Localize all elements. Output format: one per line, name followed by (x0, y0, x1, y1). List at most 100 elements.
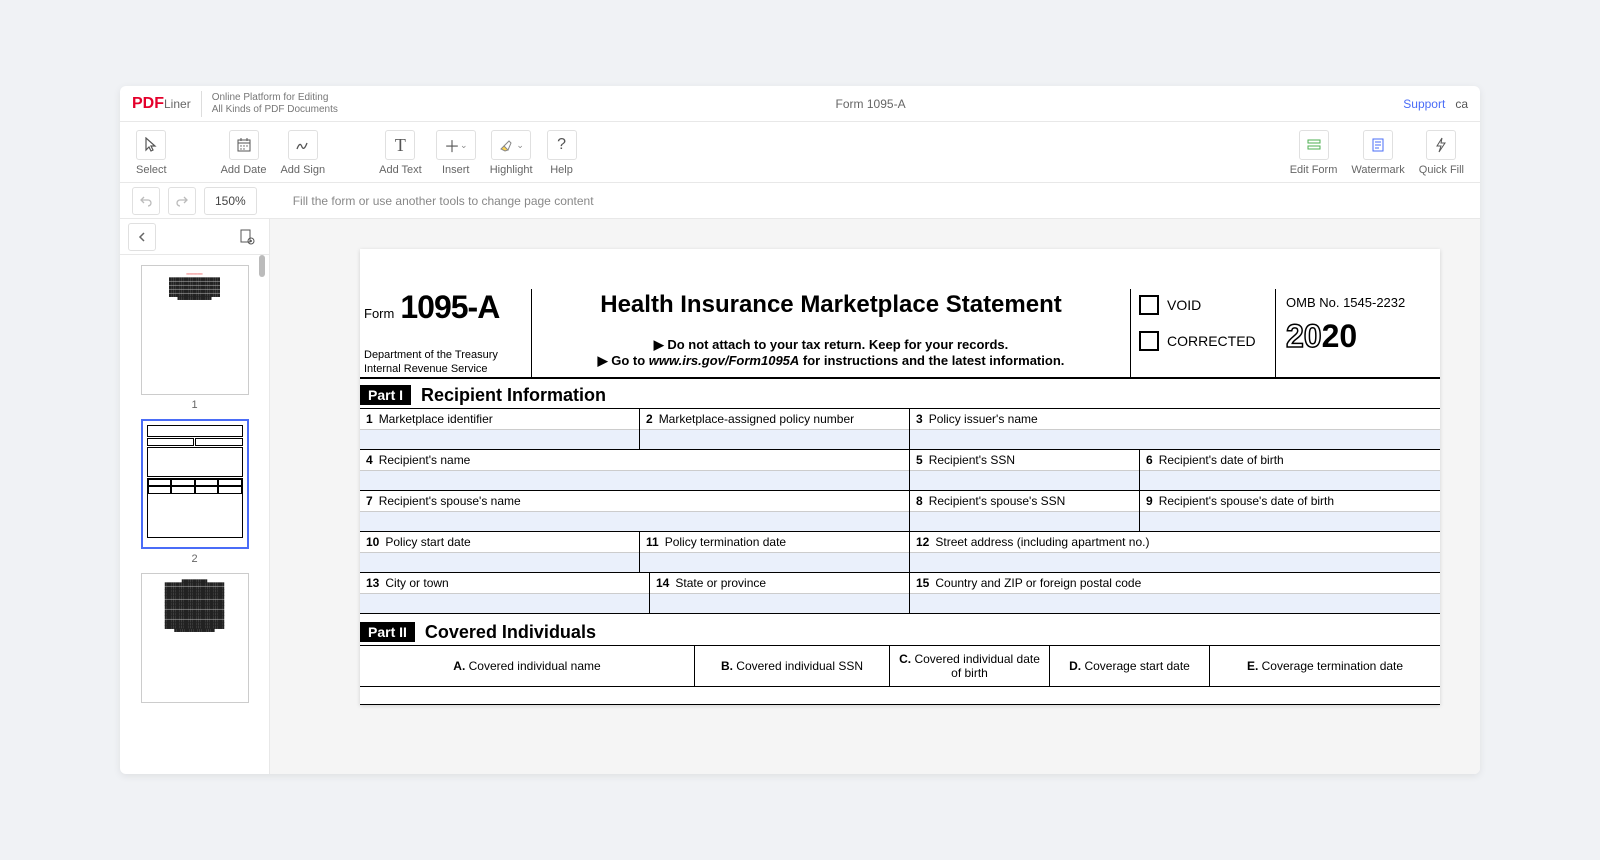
hint-text: Fill the form or use another tools to ch… (293, 194, 594, 208)
field-2-input[interactable] (640, 429, 909, 449)
field-10-input[interactable] (360, 552, 639, 572)
add-sign-label: Add Sign (280, 164, 325, 176)
part1-title: Recipient Information (421, 385, 606, 406)
watermark-icon (1363, 130, 1393, 160)
select-label: Select (136, 164, 167, 176)
part2-header: Part II Covered Individuals (360, 622, 1440, 643)
field-13-input[interactable] (360, 593, 649, 613)
edit-form-button[interactable]: Edit Form (1286, 128, 1342, 178)
insert-button[interactable]: ＋ ⌄ Insert (432, 128, 480, 178)
corrected-checkbox[interactable] (1139, 331, 1159, 351)
void-checkbox[interactable] (1139, 295, 1159, 315)
field-6-label: Recipient's date of birth (1159, 453, 1284, 467)
help-icon: ? (547, 130, 577, 160)
logo: PDFLiner (132, 95, 191, 113)
field-3-label: Policy issuer's name (929, 412, 1038, 426)
form-page: Form 1095-A Department of the Treasury I… (360, 249, 1440, 705)
quick-fill-button[interactable]: Quick Fill (1415, 128, 1468, 178)
text-icon: T (385, 130, 415, 160)
field-4-label: Recipient's name (379, 453, 471, 467)
add-sign-button[interactable]: Add Sign (276, 128, 329, 178)
header-bar: PDFLiner Online Platform for Editing All… (120, 86, 1480, 122)
scrollbar[interactable] (259, 255, 267, 774)
dept-line1: Department of the Treasury (364, 348, 531, 362)
field-11-input[interactable] (640, 552, 909, 572)
watermark-button[interactable]: Watermark (1347, 128, 1408, 178)
omb-number: OMB No. 1545-2232 (1286, 295, 1430, 310)
field-15-label: Country and ZIP or foreign postal code (935, 576, 1141, 590)
tax-year: 2020 (1286, 318, 1430, 355)
thumb-1-number: 1 (138, 399, 251, 411)
field-5-input[interactable] (910, 470, 1139, 490)
page-settings-button[interactable] (233, 223, 261, 251)
field-14-input[interactable] (650, 593, 909, 613)
form-sub2: ▶ Go to www.irs.gov/Form1095A for instru… (542, 353, 1120, 369)
signature-icon (288, 130, 318, 160)
thumbnail-3[interactable]: ████████████████████████████████████████… (138, 573, 251, 703)
tool-group-2: Add Date Add Sign (217, 128, 330, 178)
edit-form-label: Edit Form (1290, 164, 1338, 176)
support-link[interactable]: Support (1403, 97, 1445, 111)
sub-toolbar: 150% Fill the form or use another tools … (120, 183, 1480, 219)
field-4-input[interactable] (360, 470, 909, 490)
redo-button[interactable] (168, 187, 196, 215)
help-button[interactable]: ? Help (543, 128, 581, 178)
part1-header: Part I Recipient Information (360, 385, 1440, 406)
col-d: D. Coverage start date (1050, 646, 1210, 686)
thumbnail-1[interactable]: ━━━━━━━━━ ██████████████████████████████… (138, 265, 251, 411)
thumb-2-number: 2 (138, 553, 251, 565)
part2-title: Covered Individuals (425, 622, 596, 643)
help-label: Help (550, 164, 573, 176)
field-12-input[interactable] (910, 552, 1440, 572)
corrected-checkbox-row: CORRECTED (1139, 331, 1267, 351)
back-button[interactable] (128, 223, 156, 251)
highlight-label: Highlight (490, 164, 533, 176)
tagline: Online Platform for Editing All Kinds of… (212, 92, 338, 116)
undo-button[interactable] (132, 187, 160, 215)
field-8-input[interactable] (910, 511, 1139, 531)
field-6-input[interactable] (1140, 470, 1440, 490)
field-10-label: Policy start date (385, 535, 470, 549)
field-3-input[interactable] (910, 429, 1440, 449)
logo-block: PDFLiner Online Platform for Editing All… (132, 91, 338, 117)
form-header-left: Form 1095-A Department of the Treasury I… (360, 289, 532, 377)
plus-icon: ＋ ⌄ (436, 130, 476, 160)
zoom-level[interactable]: 150% (204, 187, 257, 215)
quick-fill-label: Quick Fill (1419, 164, 1464, 176)
cursor-icon (136, 130, 166, 160)
form-header: Form 1095-A Department of the Treasury I… (360, 289, 1440, 379)
part2-badge: Part II (360, 622, 415, 642)
field-15-input[interactable] (910, 593, 1440, 613)
col-c: C. Covered individual date of birth (890, 646, 1050, 686)
field-14-label: State or province (675, 576, 766, 590)
add-date-label: Add Date (221, 164, 267, 176)
thumbnail-2[interactable]: 2 (138, 419, 251, 565)
form-icon (1299, 130, 1329, 160)
field-1-input[interactable] (360, 429, 639, 449)
sidebar-top (120, 219, 269, 255)
select-button[interactable]: Select (132, 128, 171, 178)
form-title: Health Insurance Marketplace Statement (542, 291, 1120, 319)
field-9-input[interactable] (1140, 511, 1440, 531)
calendar-icon (229, 130, 259, 160)
header-extra: ca (1455, 97, 1468, 111)
field-5-label: Recipient's SSN (929, 453, 1015, 467)
col-a: A. Covered individual name (360, 646, 695, 686)
part2-columns: A. Covered individual name B. Covered in… (360, 645, 1440, 687)
tool-group-right: Edit Form Watermark Quick Fill (1286, 128, 1468, 178)
add-date-button[interactable]: Add Date (217, 128, 271, 178)
add-text-button[interactable]: T Add Text (375, 128, 426, 178)
col-e: E. Coverage termination date (1210, 646, 1440, 686)
field-7-input[interactable] (360, 511, 909, 531)
app-window: PDFLiner Online Platform for Editing All… (120, 86, 1480, 774)
field-1-label: Marketplace identifier (379, 412, 493, 426)
highlight-button[interactable]: ⌄ Highlight (486, 128, 537, 178)
watermark-label: Watermark (1351, 164, 1404, 176)
page-viewer[interactable]: Form 1095-A Department of the Treasury I… (270, 219, 1480, 774)
logo-main: PDF (132, 95, 164, 112)
part1-badge: Part I (360, 385, 411, 405)
part1-grid: 1Marketplace identifier 2Marketplace-ass… (360, 408, 1440, 614)
header-right: Support ca (1403, 97, 1468, 111)
form-header-omb: OMB No. 1545-2232 2020 (1276, 289, 1440, 377)
corrected-label: CORRECTED (1167, 333, 1256, 349)
